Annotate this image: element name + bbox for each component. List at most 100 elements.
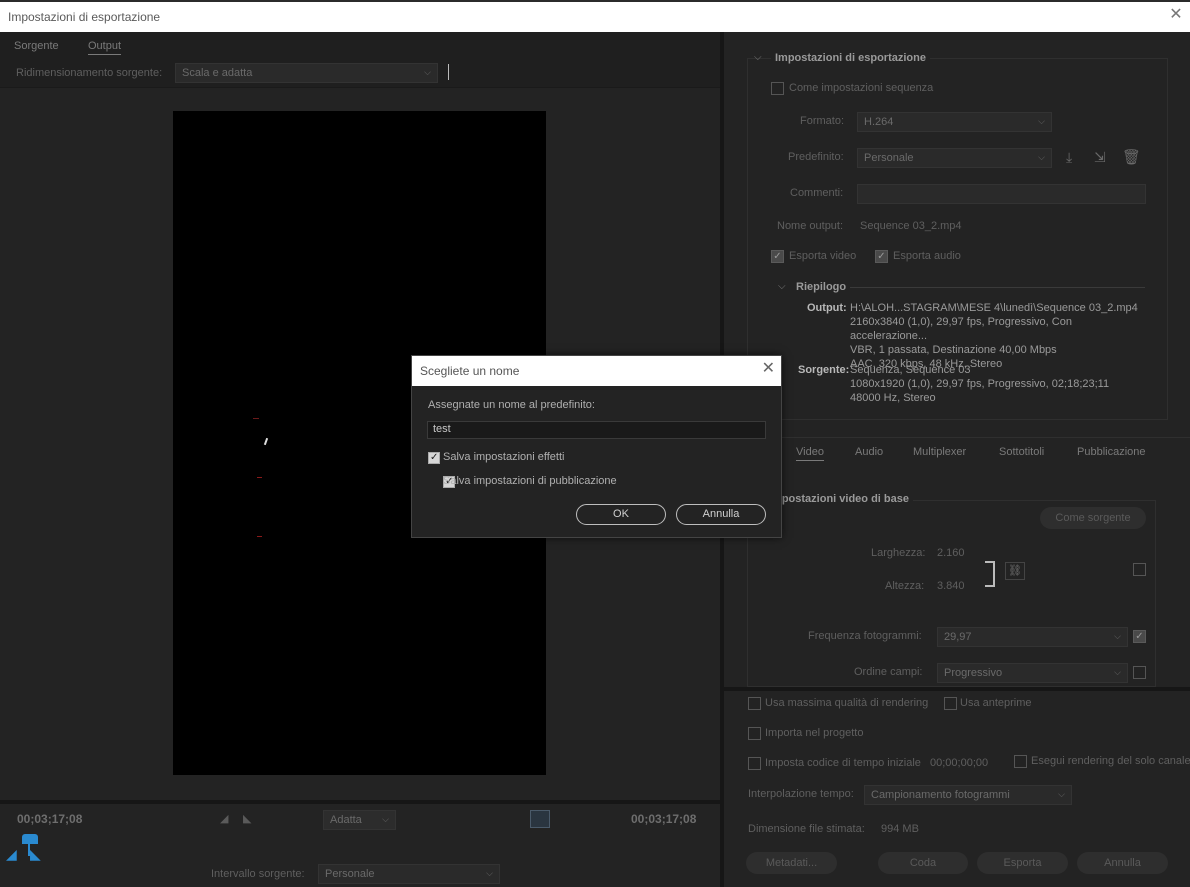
max-quality-checkbox[interactable] bbox=[748, 697, 761, 710]
field-order-label: Ordine campi: bbox=[854, 666, 923, 678]
tab-multiplexer[interactable]: Multiplexer bbox=[913, 446, 966, 458]
import-preset-icon[interactable]: ⇲ bbox=[1094, 149, 1106, 166]
close-icon[interactable]: ✕ bbox=[762, 361, 775, 377]
timecode-value[interactable]: 00;00;00;00 bbox=[930, 757, 988, 769]
tab-output[interactable]: Output bbox=[88, 40, 122, 55]
source-range-label: Intervallo sorgente: bbox=[211, 868, 305, 880]
preview-mark bbox=[263, 437, 269, 446]
match-sequence-checkbox[interactable] bbox=[771, 82, 784, 95]
source-range-value: Personale bbox=[325, 868, 375, 880]
tab-source[interactable]: Sorgente bbox=[14, 40, 59, 52]
ok-button[interactable]: OK bbox=[576, 504, 666, 525]
in-point-icon[interactable]: ◢ bbox=[6, 846, 17, 863]
basic-video-title: Impostazioni video di base bbox=[765, 493, 913, 505]
set-in-point-icon[interactable]: ◢ bbox=[220, 812, 228, 825]
use-previews-checkbox[interactable] bbox=[944, 697, 957, 710]
queue-button[interactable]: Coda bbox=[878, 852, 968, 874]
use-previews-label: Usa anteprime bbox=[960, 697, 1032, 709]
tab-video[interactable]: Video bbox=[796, 446, 824, 461]
set-timecode-label: Imposta codice di tempo iniziale bbox=[765, 757, 921, 769]
window-titlebar: Impostazioni di esportazione ✕ bbox=[0, 0, 1190, 32]
time-interp-value: Campionamento fotogrammi bbox=[871, 789, 1010, 801]
set-timecode-checkbox[interactable] bbox=[748, 757, 761, 770]
frame-rate-value: 29,97 bbox=[944, 631, 972, 643]
summary-line: 48000 Hz, Stereo bbox=[850, 392, 936, 404]
save-effects-label: Salva impostazioni effetti bbox=[443, 451, 565, 463]
cancel-button[interactable]: Annulla bbox=[1077, 852, 1168, 874]
summary-line: VBR, 1 passata, Destinazione 40,00 Mbps bbox=[850, 344, 1057, 356]
dialog-cancel-button[interactable]: Annulla bbox=[676, 504, 766, 525]
source-range-select[interactable]: Personale ⌵ bbox=[318, 864, 500, 884]
metadata-button[interactable]: Metadati... bbox=[746, 852, 837, 874]
comments-label: Commenti: bbox=[790, 187, 844, 199]
match-source-button[interactable]: Come sorgente bbox=[1040, 507, 1146, 529]
output-name-label: Nome output: bbox=[777, 220, 844, 232]
render-alpha-checkbox[interactable] bbox=[1014, 755, 1027, 768]
playhead-icon[interactable] bbox=[22, 834, 38, 844]
chevron-down-icon: ⌵ bbox=[382, 814, 389, 824]
source-scaling-label: Ridimensionamento sorgente: bbox=[16, 67, 163, 79]
max-quality-label: Usa massima qualità di rendering bbox=[765, 697, 929, 709]
summary-source-label: Sorgente: bbox=[798, 364, 850, 376]
source-scaling-value: Scala e adatta bbox=[182, 67, 253, 79]
height-value[interactable]: 3.840 bbox=[937, 580, 965, 592]
width-value[interactable]: 2.160 bbox=[937, 547, 965, 559]
override-fps-checkbox[interactable] bbox=[1133, 630, 1146, 643]
collapse-icon[interactable]: ⌵ bbox=[778, 281, 786, 292]
preset-name-prompt: Assegnate un nome al predefinito: bbox=[428, 399, 595, 411]
summary-line: 2160x3840 (1,0), 29,97 fps, Progressivo,… bbox=[850, 316, 1072, 342]
tab-captions[interactable]: Sottotitoli bbox=[999, 446, 1044, 458]
export-video-checkbox[interactable] bbox=[771, 250, 784, 263]
import-project-label: Importa nel progetto bbox=[765, 727, 864, 739]
chevron-down-icon: ⌵ bbox=[1114, 667, 1121, 677]
match-sequence-label: Come impostazioni sequenza bbox=[789, 82, 934, 94]
comments-input[interactable] bbox=[857, 184, 1146, 204]
export-settings-title: Impostazioni di esportazione bbox=[771, 52, 930, 64]
import-project-checkbox[interactable] bbox=[748, 727, 761, 740]
summary-output-label: Output: bbox=[807, 302, 847, 314]
preset-name-input[interactable]: test bbox=[427, 421, 766, 439]
summary-source-lines: Sequenza, Sequence 03 1080x1920 (1,0), 2… bbox=[850, 363, 1150, 405]
summary-line: H:\ALOH...STAGRAM\MESE 4\lunedì\Sequence… bbox=[850, 302, 1138, 314]
timecode-current[interactable]: 00;03;17;08 bbox=[17, 812, 82, 826]
text-cursor bbox=[448, 64, 449, 80]
delete-preset-icon[interactable]: 🗑 bbox=[1122, 148, 1141, 166]
unlink-icon[interactable]: ⛓ bbox=[1005, 562, 1025, 580]
preset-value: Personale bbox=[864, 152, 914, 164]
close-icon[interactable]: ✕ bbox=[1168, 7, 1184, 23]
override-size-checkbox[interactable] bbox=[1133, 563, 1146, 576]
override-field-order-checkbox[interactable] bbox=[1133, 666, 1146, 679]
time-interp-select[interactable]: Campionamento fotogrammi ⌵ bbox=[864, 785, 1072, 805]
tab-publish[interactable]: Pubblicazione bbox=[1077, 446, 1146, 458]
fit-select[interactable]: Adatta ⌵ bbox=[323, 810, 396, 830]
set-out-point-icon[interactable]: ◣ bbox=[243, 812, 251, 825]
frame-rate-label: Frequenza fotogrammi: bbox=[808, 630, 922, 642]
summary-source: Sorgente: Sequenza, Sequence 03 1080x192… bbox=[798, 363, 1158, 404]
summary-output: Output: H:\ALOH...STAGRAM\MESE 4\lunedì\… bbox=[807, 301, 1167, 370]
chevron-down-icon: ⌵ bbox=[1038, 116, 1045, 126]
preview-mark bbox=[257, 536, 262, 537]
aspect-ratio-icon[interactable] bbox=[530, 810, 550, 828]
window-title: Impostazioni di esportazione bbox=[8, 10, 161, 24]
height-label: Altezza: bbox=[885, 580, 925, 592]
divider bbox=[724, 437, 1190, 438]
export-audio-label: Esporta audio bbox=[893, 250, 961, 262]
preset-name-dialog: Scegliete un nome ✕ Assegnate un nome al… bbox=[411, 355, 782, 538]
frame-rate-select[interactable]: 29,97 ⌵ bbox=[937, 627, 1128, 647]
collapse-icon[interactable]: ⌵ bbox=[754, 52, 762, 63]
save-preset-icon[interactable]: ⤓ bbox=[1066, 149, 1072, 166]
export-button[interactable]: Esporta bbox=[977, 852, 1068, 874]
out-point-icon[interactable]: ◣ bbox=[30, 846, 41, 863]
render-alpha-label: Esegui rendering del solo canale bbox=[1031, 755, 1190, 767]
preset-select[interactable]: Personale ⌵ bbox=[857, 148, 1052, 168]
summary-output-lines: H:\ALOH...STAGRAM\MESE 4\lunedì\Sequence… bbox=[850, 301, 1150, 371]
chevron-down-icon: ⌵ bbox=[486, 868, 493, 878]
field-order-select[interactable]: Progressivo ⌵ bbox=[937, 663, 1128, 683]
export-audio-checkbox[interactable] bbox=[875, 250, 888, 263]
save-effects-checkbox[interactable] bbox=[428, 452, 440, 464]
tab-audio[interactable]: Audio bbox=[855, 446, 883, 458]
source-output-tabs: Sorgente Output bbox=[0, 32, 720, 60]
output-name-link[interactable]: Sequence 03_2.mp4 bbox=[860, 220, 962, 232]
format-select[interactable]: H.264 ⌵ bbox=[857, 112, 1052, 132]
source-scaling-select[interactable]: Scala e adatta ⌵ bbox=[175, 63, 438, 83]
